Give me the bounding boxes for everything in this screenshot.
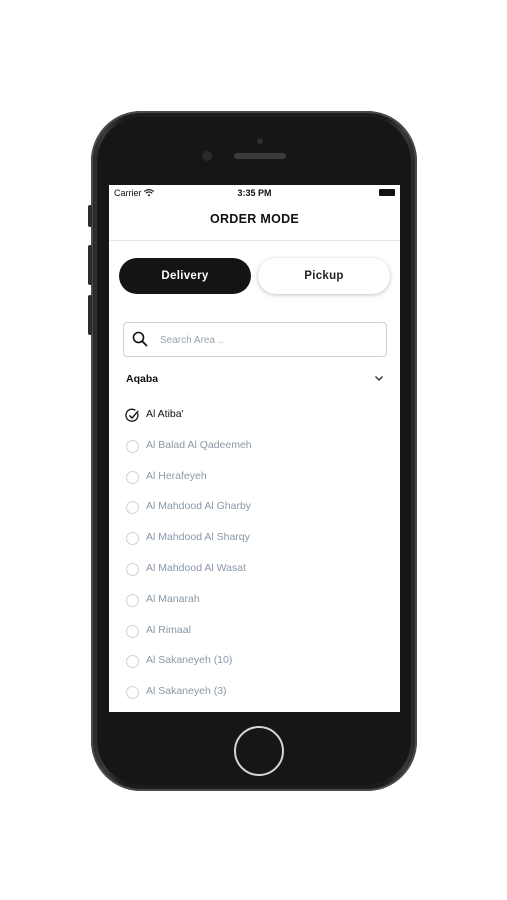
search-input[interactable] — [158, 329, 377, 351]
mute-switch — [88, 205, 92, 227]
order-mode-toggle: Delivery Pickup — [119, 258, 390, 294]
list-item[interactable]: Al Mahdood Al Sharqy — [126, 524, 386, 555]
check-circle-icon — [125, 408, 139, 422]
list-item[interactable]: Al Atiba' — [125, 401, 386, 432]
list-item-label: Al Rimaal — [146, 623, 191, 636]
list-item[interactable]: Al Sakaneyeh (10) — [126, 647, 386, 678]
search-icon — [132, 331, 148, 347]
radio-circle-icon — [126, 470, 139, 484]
pickup-button[interactable]: Pickup — [258, 258, 390, 294]
list-item-label: Al Sakaneyeh (3) — [146, 685, 227, 698]
list-item-label: Al Mahdood Al Gharby — [146, 500, 252, 513]
list-item[interactable]: Al Balad Al Qadeemeh — [126, 432, 386, 463]
radio-circle-icon — [126, 686, 139, 700]
earpiece-speaker — [234, 153, 286, 159]
radio-circle-icon — [126, 532, 139, 546]
list-item[interactable]: Al Mahdood Al Gharby — [126, 493, 386, 524]
volume-up-button — [88, 245, 92, 285]
list-item-label: Al Manarah — [146, 592, 200, 605]
front-camera-icon — [257, 138, 263, 144]
status-bar: Carrier 3:35 PM — [109, 185, 400, 201]
status-time: 3:35 PM — [237, 188, 272, 198]
list-item[interactable]: Al Mahdood Al Wasat — [126, 555, 386, 586]
volume-down-button — [88, 295, 92, 335]
list-item-label: Al Herafeyeh — [146, 469, 207, 482]
list-item-label: Al Mahdood Al Wasat — [146, 561, 246, 574]
radio-circle-icon — [126, 624, 139, 638]
page-title: ORDER MODE — [109, 201, 400, 241]
chevron-down-icon — [375, 376, 383, 381]
sensor-icon — [202, 151, 212, 161]
area-list: Al Atiba' Al Balad Al Qadeemeh Al Herafe… — [125, 401, 386, 709]
search-bar — [123, 322, 387, 357]
radio-circle-icon — [126, 562, 139, 576]
list-item[interactable]: Al Manarah — [126, 586, 386, 617]
list-item-label: Al Balad Al Qadeemeh — [146, 438, 252, 451]
app-screen: Carrier 3:35 PM ORDER MODE Delivery Pick… — [109, 185, 400, 712]
region-header[interactable]: Aqaba — [126, 369, 384, 389]
delivery-button[interactable]: Delivery — [119, 258, 251, 294]
radio-circle-icon — [126, 593, 139, 607]
radio-circle-icon — [126, 439, 139, 453]
battery-icon — [379, 189, 395, 196]
radio-circle-icon — [126, 501, 139, 515]
list-item[interactable]: Al Sakaneyeh (3) — [126, 678, 386, 709]
list-item[interactable]: Al Rimaal — [126, 617, 386, 648]
list-item-label: Al Sakaneyeh (10) — [146, 654, 233, 667]
list-item[interactable]: Al Herafeyeh — [126, 463, 386, 494]
radio-circle-icon — [126, 655, 139, 669]
list-item-label: Al Atiba' — [146, 408, 184, 420]
list-item-label: Al Mahdood Al Sharqy — [146, 531, 250, 544]
region-name: Aqaba — [126, 373, 159, 385]
home-button[interactable] — [234, 726, 284, 776]
